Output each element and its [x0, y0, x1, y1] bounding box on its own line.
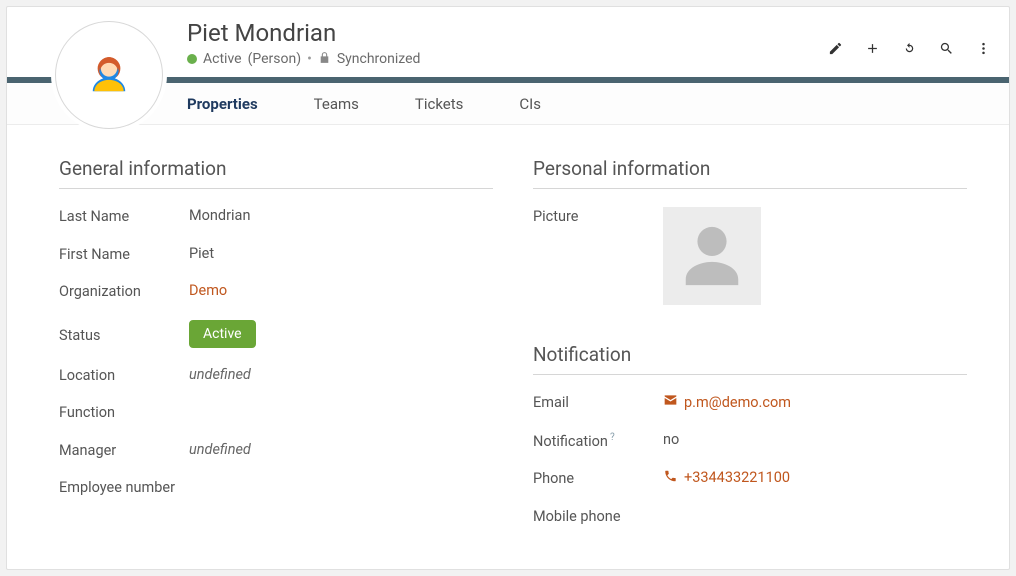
field-value: Piet [189, 245, 214, 262]
type-text: (Person) [248, 51, 302, 67]
personal-section-title: Personal information [533, 157, 967, 189]
field-value: undefined [189, 366, 251, 383]
more-button[interactable] [976, 41, 991, 56]
field-label: Picture [533, 207, 663, 227]
tab-cis[interactable]: CIs [519, 95, 541, 113]
field-label: Employee number [59, 478, 189, 498]
person-silhouette-icon [677, 221, 747, 291]
avatar [55, 21, 163, 129]
person-avatar-icon [83, 49, 135, 101]
field-email: Email p.m@demo.com [533, 393, 967, 413]
field-label: Status [59, 320, 189, 346]
general-section-title: General information [59, 157, 493, 189]
field-label: Notification? [533, 431, 663, 451]
refresh-button[interactable] [902, 41, 917, 56]
field-label: Email [533, 393, 663, 413]
tab-tickets[interactable]: Tickets [415, 95, 464, 113]
content: General information Last Name Mondrian F… [7, 125, 1009, 544]
field-value [663, 207, 761, 305]
field-label: Manager [59, 441, 189, 461]
add-button[interactable] [865, 41, 880, 56]
status-badge: Active [189, 320, 256, 348]
help-icon[interactable]: ? [610, 432, 615, 443]
field-organization: Organization Demo [59, 282, 493, 302]
field-first-name: First Name Piet [59, 245, 493, 265]
field-label: Last Name [59, 207, 189, 227]
field-label: Mobile phone [533, 507, 663, 527]
field-function: Function [59, 403, 493, 423]
search-button[interactable] [939, 41, 954, 56]
field-mobile: Mobile phone [533, 507, 967, 527]
field-value: undefined [189, 441, 251, 458]
right-column: Personal information Picture Notificatio… [533, 157, 967, 544]
field-label: Location [59, 366, 189, 386]
field-last-name: Last Name Mondrian [59, 207, 493, 227]
status-dot-icon [187, 54, 197, 64]
picture-placeholder [663, 207, 761, 305]
field-label: Phone [533, 469, 663, 489]
status-text: Active [203, 51, 242, 67]
general-column: General information Last Name Mondrian F… [59, 157, 493, 544]
field-value: Active [189, 320, 256, 348]
toolbar [828, 41, 991, 56]
separator: • [307, 51, 312, 67]
field-label: Function [59, 403, 189, 423]
notification-section-title: Notification [533, 343, 967, 375]
field-employee-number: Employee number [59, 478, 493, 498]
field-status: Status Active [59, 320, 493, 348]
field-phone: Phone +334433221100 [533, 469, 967, 489]
field-label: First Name [59, 245, 189, 265]
field-value: Mondrian [189, 207, 250, 224]
field-value: no [663, 431, 679, 448]
field-location: Location undefined [59, 366, 493, 386]
lock-icon [318, 51, 331, 67]
email-link[interactable]: p.m@demo.com [663, 393, 791, 411]
phone-link[interactable]: +334433221100 [663, 469, 790, 487]
sync-text: Synchronized [337, 51, 421, 67]
field-notification: Notification? no [533, 431, 967, 451]
tab-teams[interactable]: Teams [314, 95, 359, 113]
phone-value: +334433221100 [684, 469, 790, 486]
field-label: Organization [59, 282, 189, 302]
envelope-icon [663, 393, 678, 411]
person-card: Piet Mondrian Active (Person) • Synchron… [6, 6, 1010, 570]
notification-label-text: Notification [533, 432, 608, 449]
email-value: p.m@demo.com [684, 394, 791, 411]
field-manager: Manager undefined [59, 441, 493, 461]
organization-link[interactable]: Demo [189, 282, 227, 299]
edit-button[interactable] [828, 41, 843, 56]
tab-properties[interactable]: Properties [187, 95, 258, 113]
field-picture: Picture [533, 207, 967, 305]
phone-icon [663, 469, 678, 487]
